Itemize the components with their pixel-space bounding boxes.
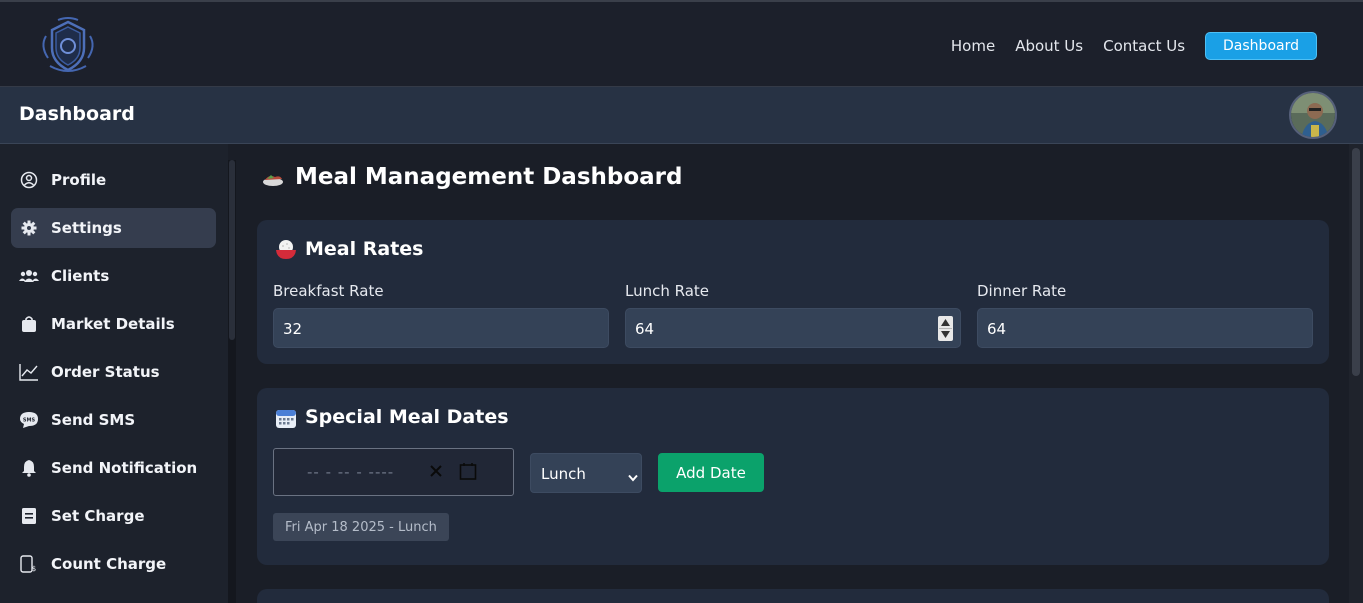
next-card [257, 589, 1329, 603]
sidebar-item-send-sms[interactable]: SMS Send SMS [11, 400, 216, 440]
receipt-icon [19, 506, 39, 526]
dashboard-button[interactable]: Dashboard [1205, 32, 1317, 60]
sidebar-item-clients[interactable]: Clients [11, 256, 216, 296]
meal-rates-card: Meal Rates Breakfast Rate 32 Lunch Rate … [257, 220, 1329, 364]
sidebar-item-order-status[interactable]: Order Status [11, 352, 216, 392]
nav-links: Home About Us Contact Us Dashboard [931, 32, 1317, 60]
date-placeholder: -- - -- - ---- [307, 463, 395, 481]
gear-icon [19, 218, 39, 238]
dinner-rate-value: 64 [987, 320, 1007, 338]
sidebar-item-label: Profile [51, 171, 107, 189]
lunch-rate-input[interactable]: 64 [625, 308, 961, 348]
line-chart-icon [19, 362, 39, 382]
page-scrollbar[interactable] [1349, 144, 1363, 603]
breakfast-rate-value: 32 [283, 320, 303, 338]
shopping-bag-icon [19, 314, 39, 334]
phone-dollar-icon: $ [19, 554, 39, 574]
date-input[interactable]: -- - -- - ---- [273, 448, 514, 496]
svg-text:$: $ [32, 565, 36, 573]
special-meal-dates-card: Special Meal Dates -- - -- - ---- Lunch … [257, 388, 1329, 565]
chevron-down-icon [628, 468, 638, 486]
crest-logo-icon[interactable] [36, 14, 100, 78]
page-title: Dashboard [19, 103, 135, 125]
meal-type-select[interactable]: Lunch [530, 453, 642, 493]
meal-tray-icon [261, 170, 285, 190]
add-date-button[interactable]: Add Date [658, 453, 764, 492]
sidebar-item-profile[interactable]: Profile [11, 160, 216, 200]
sidebar-item-label: Settings [51, 219, 122, 237]
special-dates-title: Special Meal Dates [305, 406, 509, 428]
sidebar-item-set-charge[interactable]: Set Charge [11, 496, 216, 536]
sidebar-item-label: Set Charge [51, 507, 145, 525]
nav-link-contact[interactable]: Contact Us [1103, 37, 1185, 55]
bell-icon [19, 458, 39, 478]
sms-bubble-icon: SMS [19, 410, 39, 430]
dinner-rate-label: Dinner Rate [977, 282, 1067, 300]
sidebar-item-settings[interactable]: Settings [11, 208, 216, 248]
avatar[interactable] [1289, 91, 1337, 139]
sidebar-item-label: Send Notification [51, 459, 198, 477]
user-circle-icon [19, 170, 39, 190]
sidebar-item-label: Market Details [51, 315, 175, 333]
users-icon [19, 266, 39, 286]
calendar-icon [275, 407, 297, 429]
nav-link-about[interactable]: About Us [1015, 37, 1083, 55]
number-spinner[interactable] [938, 316, 953, 341]
special-date-chip[interactable]: Fri Apr 18 2025 - Lunch [273, 513, 449, 541]
dashboard-header: Dashboard [0, 87, 1363, 144]
rice-bowl-icon [275, 238, 297, 260]
breakfast-rate-input[interactable]: 32 [273, 308, 609, 348]
sidebar-item-label: Send SMS [51, 411, 136, 429]
main-title: Meal Management Dashboard [295, 164, 683, 190]
sidebar-item-label: Clients [51, 267, 110, 285]
meal-type-selected: Lunch [541, 465, 586, 483]
top-navbar: Home About Us Contact Us Dashboard [0, 0, 1363, 87]
meal-rates-title: Meal Rates [305, 238, 424, 260]
dinner-rate-input[interactable]: 64 [977, 308, 1313, 348]
sidebar-item-market-details[interactable]: Market Details [11, 304, 216, 344]
sidebar-item-label: Order Status [51, 363, 160, 381]
lunch-rate-value: 64 [635, 320, 655, 338]
breakfast-rate-label: Breakfast Rate [273, 282, 384, 300]
sidebar-item-label: Count Charge [51, 555, 167, 573]
sidebar-item-send-notification[interactable]: Send Notification [11, 448, 216, 488]
calendar-picker-icon[interactable] [459, 462, 477, 484]
svg-text:SMS: SMS [23, 418, 36, 424]
clear-icon[interactable] [429, 463, 443, 482]
lunch-rate-label: Lunch Rate [625, 282, 710, 300]
sidebar: Profile Settings Clients Market Details … [0, 144, 228, 603]
nav-link-home[interactable]: Home [951, 37, 995, 55]
sidebar-scrollbar[interactable] [228, 160, 236, 603]
sidebar-item-count-charge[interactable]: $ Count Charge [11, 544, 216, 584]
